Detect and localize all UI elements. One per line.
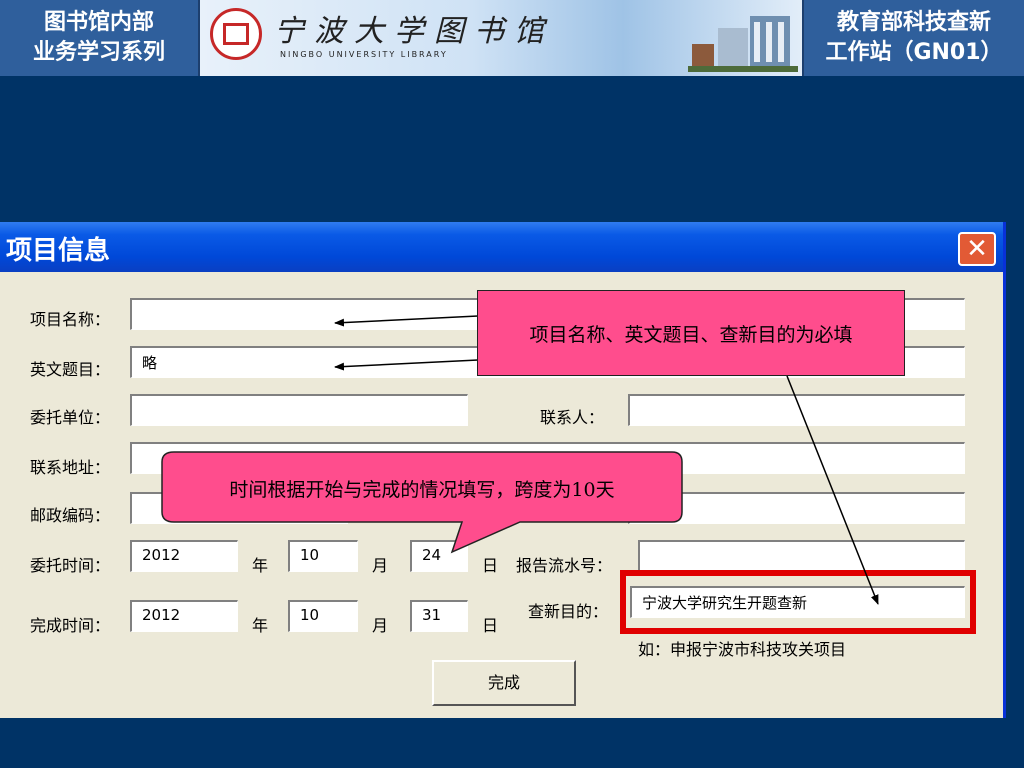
required-fields-note: 项目名称、英文题目、查新目的为必填	[477, 290, 905, 376]
contact-person-field[interactable]	[628, 394, 965, 426]
postal-code-label: 邮政编码：	[30, 506, 111, 525]
time-note: 时间根据开始与完成的情况填写，跨度为10天	[229, 478, 615, 501]
day-unit-label: 日	[482, 616, 499, 635]
purpose-label: 查新目的：	[528, 602, 609, 621]
client-unit-label: 委托单位：	[30, 408, 111, 427]
completion-year-field[interactable]: 2012	[130, 600, 238, 632]
series-title-line2: 业务学习系列	[32, 40, 165, 65]
series-title: 图书馆内部 业务学习系列	[0, 0, 200, 76]
commission-day-field[interactable]: 24	[410, 540, 468, 572]
library-logo-area: 宁波大学图书馆 NINGBO UNIVERSITY LIBRARY	[200, 0, 804, 76]
completion-month-field[interactable]: 10	[288, 600, 358, 632]
library-name-en: NINGBO UNIVERSITY LIBRARY	[280, 50, 448, 59]
year-unit-label: 年	[252, 556, 269, 575]
university-seal-icon	[210, 8, 262, 60]
day-unit-label: 日	[482, 556, 499, 575]
close-button[interactable]: ✕	[958, 232, 996, 266]
header-banner: 图书馆内部 业务学习系列 宁波大学图书馆 NINGBO UNIVERSITY L…	[0, 0, 1024, 76]
client-unit-field[interactable]	[130, 394, 468, 426]
month-unit-label: 月	[372, 556, 389, 575]
dialog-titlebar[interactable]: 项目信息 ✕	[0, 222, 1003, 272]
purpose-hint: 如：申报宁波市科技攻关项目	[638, 640, 847, 659]
dialog-title: 项目信息	[6, 236, 111, 266]
completion-time-label: 完成时间：	[30, 616, 111, 635]
station-title-line2: 工作站（GN01）	[825, 40, 1003, 65]
report-serial-field[interactable]	[638, 540, 965, 572]
english-title-label: 英文题目：	[30, 360, 111, 379]
series-title-line1: 图书馆内部	[43, 10, 154, 35]
month-unit-label: 月	[372, 616, 389, 635]
commission-month-field[interactable]: 10	[288, 540, 358, 572]
commission-year-field[interactable]: 2012	[130, 540, 238, 572]
project-name-label: 项目名称：	[30, 310, 111, 329]
report-serial-label: 报告流水号：	[516, 556, 613, 575]
library-name-cn: 宁波大学图书馆	[274, 14, 554, 49]
contact-address-label: 联系地址：	[30, 458, 111, 477]
completion-day-field[interactable]: 31	[410, 600, 468, 632]
purpose-highlight-box	[620, 570, 976, 634]
station-title-line1: 教育部科技查新	[836, 10, 991, 35]
station-title: 教育部科技查新 工作站（GN01）	[802, 0, 1024, 76]
contact-person-label: 联系人：	[540, 408, 605, 427]
year-unit-label: 年	[252, 616, 269, 635]
library-building-icon	[688, 16, 798, 72]
done-button[interactable]: 完成	[432, 660, 576, 706]
commission-time-label: 委托时间：	[30, 556, 111, 575]
